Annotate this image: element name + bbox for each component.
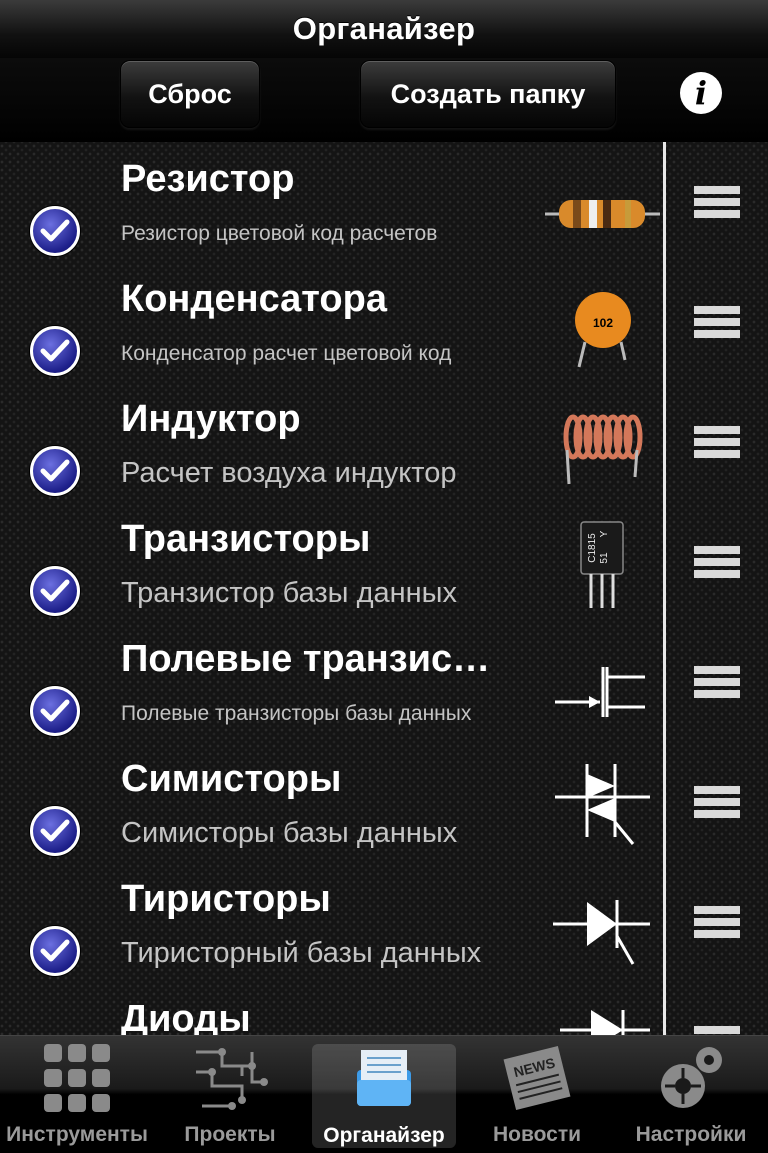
tab-label: Проекты bbox=[184, 1123, 276, 1146]
item-title: Резистор bbox=[121, 158, 295, 200]
item-title: Индуктор bbox=[121, 398, 301, 440]
list-item-fets[interactable]: Полевые транзис… Полевые транзисторы баз… bbox=[0, 622, 768, 742]
transistor-icon: C1815 Y 51 bbox=[580, 521, 624, 608]
thyristor-symbol-icon bbox=[553, 900, 650, 965]
checkbox-checked[interactable] bbox=[30, 926, 80, 976]
circuit-icon bbox=[196, 1048, 268, 1110]
create-folder-button[interactable]: Создать папку bbox=[360, 60, 616, 128]
navigation-bar: Органайзер bbox=[0, 0, 768, 59]
checkmark-icon bbox=[40, 579, 70, 602]
reorder-handle[interactable] bbox=[694, 666, 740, 706]
checkmark-icon bbox=[40, 339, 70, 362]
item-subtitle: Резистор цветовой код расчетов bbox=[121, 222, 438, 245]
item-subtitle: Конденсатор расчет цветовой код bbox=[121, 342, 452, 365]
reorder-handle[interactable] bbox=[694, 426, 740, 466]
reorder-handle[interactable] bbox=[694, 786, 740, 826]
capacitor-code-label: 102 bbox=[593, 316, 613, 330]
reorder-handle[interactable] bbox=[694, 546, 740, 586]
reorder-handle[interactable] bbox=[694, 186, 740, 226]
list-item-diodes[interactable]: Диоды bbox=[0, 982, 768, 1035]
tab-tools[interactable]: Инструменты bbox=[2, 1036, 152, 1153]
item-title: Полевые транзис… bbox=[121, 638, 491, 680]
item-title: Симисторы bbox=[121, 758, 342, 800]
reset-button[interactable]: Сброс bbox=[120, 60, 260, 128]
gears-icon bbox=[661, 1047, 722, 1108]
checkbox-checked[interactable] bbox=[30, 206, 80, 256]
organizer-tray-icon bbox=[357, 1050, 411, 1106]
tab-news[interactable]: NEWS Новости bbox=[462, 1036, 612, 1153]
checkbox-checked[interactable] bbox=[30, 446, 80, 496]
list-item-inductor[interactable]: Индуктор Расчет воздуха индуктор bbox=[0, 382, 768, 502]
reorder-handle[interactable] bbox=[694, 906, 740, 946]
transistor-marking-grade: Y bbox=[599, 530, 610, 537]
checkbox-checked[interactable] bbox=[30, 326, 80, 376]
transistor-marking-lot: 51 bbox=[599, 552, 610, 564]
tab-settings[interactable]: Настройки bbox=[616, 1036, 766, 1153]
list-item-resistor[interactable]: Резистор Резистор цветовой код расчетов bbox=[0, 142, 768, 262]
tab-label: Инструменты bbox=[6, 1123, 148, 1146]
toolbar: Сброс Создать папку i bbox=[0, 58, 768, 142]
checkmark-icon bbox=[40, 699, 70, 722]
checkbox-checked[interactable] bbox=[30, 806, 80, 856]
checkmark-icon bbox=[40, 219, 70, 242]
page-title: Органайзер bbox=[292, 11, 476, 46]
tab-label: Настройки bbox=[635, 1123, 747, 1146]
reorder-handle[interactable] bbox=[694, 1026, 740, 1035]
checkmark-icon bbox=[40, 459, 70, 482]
item-title: Тиристоры bbox=[121, 878, 331, 920]
item-subtitle: Расчет воздуха индуктор bbox=[121, 457, 457, 489]
checkmark-icon bbox=[40, 939, 70, 962]
item-title: Транзисторы bbox=[121, 518, 371, 560]
grid-icon bbox=[44, 1044, 110, 1112]
list-item-capacitor[interactable]: Конденсатора Конденсатор расчет цветовой… bbox=[0, 262, 768, 382]
info-icon[interactable]: i bbox=[680, 72, 722, 114]
diode-symbol-icon bbox=[560, 1010, 650, 1035]
checkbox-checked[interactable] bbox=[30, 566, 80, 616]
tab-label: Новости bbox=[492, 1123, 582, 1146]
item-title: Конденсатора bbox=[121, 278, 387, 320]
list-item-transistors[interactable]: Транзисторы Транзистор базы данных C1815… bbox=[0, 502, 768, 622]
tab-bar: Инструменты Проекты Органайзер NEWS Ново… bbox=[0, 1035, 768, 1153]
triac-symbol-icon bbox=[555, 764, 650, 845]
transistor-marking-model: C1815 bbox=[587, 533, 598, 563]
reorder-handle[interactable] bbox=[694, 306, 740, 346]
fet-symbol-icon bbox=[555, 667, 645, 717]
list-item-thyristors[interactable]: Тиристоры Тиристорный базы данных bbox=[0, 862, 768, 982]
inductor-coil-icon bbox=[563, 414, 643, 485]
item-title: Диоды bbox=[121, 998, 251, 1035]
newspaper-icon: NEWS bbox=[503, 1045, 571, 1111]
checkbox-checked[interactable] bbox=[30, 686, 80, 736]
capacitor-icon: 102 bbox=[575, 292, 631, 368]
component-list[interactable]: Резистор Резистор цветовой код расчетов … bbox=[0, 142, 768, 1035]
tab-projects[interactable]: Проекты bbox=[155, 1036, 305, 1153]
tab-label: Органайзер bbox=[323, 1124, 445, 1147]
list-item-triacs[interactable]: Симисторы Симисторы базы данных bbox=[0, 742, 768, 862]
tab-organizer[interactable]: Органайзер bbox=[312, 1044, 456, 1148]
item-subtitle: Транзистор базы данных bbox=[121, 577, 457, 609]
item-subtitle: Симисторы базы данных bbox=[121, 817, 458, 849]
item-subtitle: Полевые транзисторы базы данных bbox=[121, 702, 472, 725]
checkmark-icon bbox=[40, 819, 70, 842]
resistor-icon bbox=[545, 200, 660, 228]
item-subtitle: Тиристорный базы данных bbox=[121, 937, 482, 969]
